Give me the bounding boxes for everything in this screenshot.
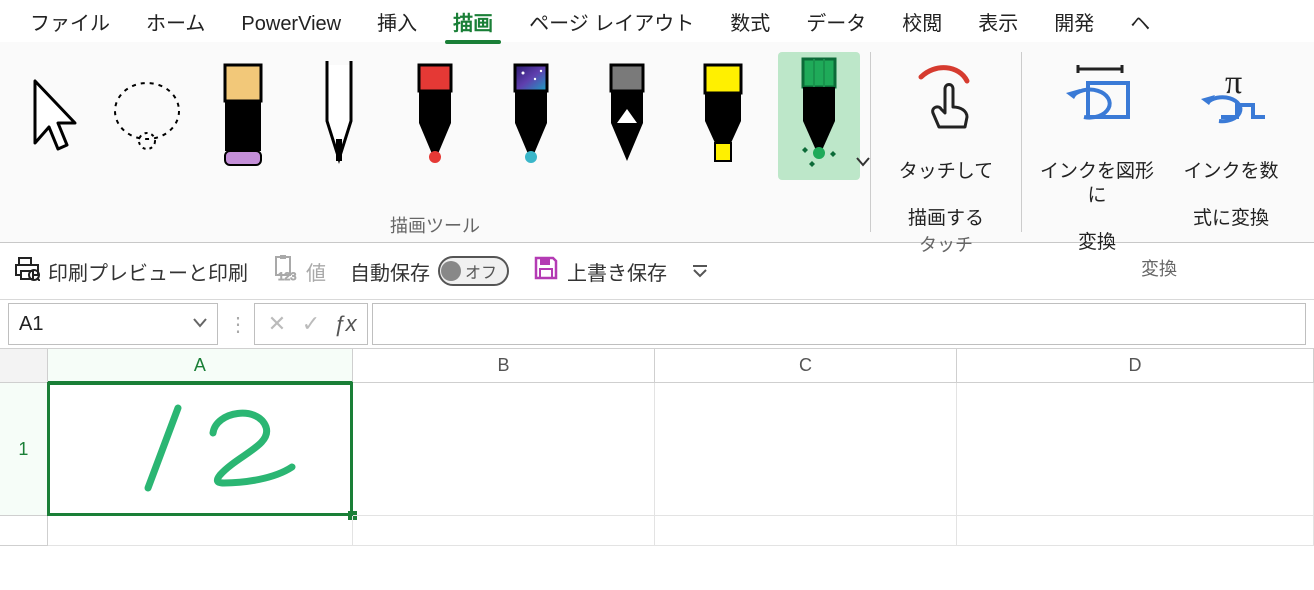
cell-C2[interactable] xyxy=(655,516,957,546)
tool-action-pen[interactable] xyxy=(298,52,380,180)
tab-powerview[interactable]: PowerView xyxy=(223,7,359,42)
row-2-partial xyxy=(0,516,1314,546)
tool-highlighter[interactable] xyxy=(682,52,764,180)
formula-bar-buttons: ✕ ✓ ƒx xyxy=(254,303,368,345)
ink-to-math-caption: インクを数 式に変換 xyxy=(1183,136,1278,231)
qat-customize[interactable] xyxy=(691,263,709,279)
tool-eraser[interactable] xyxy=(202,52,284,180)
row-1: 1 xyxy=(0,383,1314,516)
name-box-value: A1 xyxy=(19,313,43,336)
tab-data[interactable]: データ xyxy=(788,1,884,42)
column-header-C[interactable]: C xyxy=(655,349,957,383)
qat-print-label: 印刷プレビューと印刷 xyxy=(48,257,248,286)
svg-text:123: 123 xyxy=(278,271,296,281)
ink-to-math-button[interactable]: π インクを数 式に変換 xyxy=(1176,52,1286,231)
cancel-formula-button[interactable]: ✕ xyxy=(263,310,291,338)
cell-B2[interactable] xyxy=(353,516,655,546)
tab-page-layout[interactable]: ページ レイアウト xyxy=(511,1,712,42)
qat-save-label: 上書き保存 xyxy=(567,257,667,286)
qat-autosave-label: 自動保存 xyxy=(350,257,430,286)
tab-formulas[interactable]: 数式 xyxy=(712,1,788,42)
autosave-toggle-state: オフ xyxy=(465,259,497,283)
tool-pen-green-wrap xyxy=(778,52,860,180)
ribbon-group-convert: インクを図形に 変換 π インクを数 式に変換 xyxy=(1022,42,1296,242)
ink-to-shape-button[interactable]: インクを図形に 変換 xyxy=(1032,52,1162,255)
insert-function-button[interactable]: ƒx xyxy=(331,310,359,338)
paste-value-icon: 123 xyxy=(272,255,298,287)
column-header-D[interactable]: D xyxy=(957,349,1314,383)
touch-icon xyxy=(911,56,981,136)
tool-pen-green-dropdown[interactable] xyxy=(856,151,870,172)
ink-stroke xyxy=(48,383,353,516)
ink-to-shape-caption: インクを図形に 変換 xyxy=(1032,136,1162,255)
row-header-1[interactable]: 1 xyxy=(0,383,48,516)
qat-paste-value[interactable]: 123 値 xyxy=(272,255,326,287)
worksheet: A B C D 1 xyxy=(0,349,1314,546)
cell-D2[interactable] xyxy=(957,516,1314,546)
row-header-2[interactable] xyxy=(0,516,48,546)
qat-print-preview[interactable]: 印刷プレビューと印刷 xyxy=(14,255,248,287)
ribbon-group-drawing-tools: 描画ツール xyxy=(0,42,870,242)
name-box-dropdown-icon xyxy=(193,315,207,333)
qat-autosave: 自動保存 オフ xyxy=(350,256,509,286)
tool-select[interactable] xyxy=(10,52,92,180)
cell-C1[interactable] xyxy=(655,383,957,516)
ribbon-group-touch: タッチして 描画する タッチ xyxy=(871,42,1021,242)
column-headers: A B C D xyxy=(0,349,1314,383)
column-header-A[interactable]: A xyxy=(48,349,353,383)
tool-pen-galaxy[interactable] xyxy=(490,52,572,180)
tab-file[interactable]: ファイル xyxy=(12,1,128,42)
name-box[interactable]: A1 xyxy=(8,303,218,345)
tab-view[interactable]: 表示 xyxy=(960,1,1036,42)
select-all-corner[interactable] xyxy=(0,349,48,383)
tab-more[interactable]: ヘ xyxy=(1112,1,1168,42)
cell-A1[interactable] xyxy=(48,383,353,516)
svg-text:π: π xyxy=(1225,64,1242,101)
column-header-B[interactable]: B xyxy=(353,349,655,383)
ink-to-shape-icon xyxy=(1056,56,1138,136)
ribbon-group-label-convert: 変換 xyxy=(1141,255,1177,285)
touch-to-draw-caption: タッチして 描画する xyxy=(899,136,993,231)
ink-to-math-icon: π xyxy=(1191,56,1271,136)
tab-developer[interactable]: 開発 xyxy=(1036,1,1112,42)
qat-save[interactable]: 上書き保存 xyxy=(533,255,667,287)
autosave-toggle[interactable]: オフ xyxy=(438,256,509,286)
enter-formula-button[interactable]: ✓ xyxy=(297,310,325,338)
ribbon-group-label-touch: タッチ xyxy=(919,231,973,261)
tool-lasso[interactable] xyxy=(106,52,188,180)
ribbon-tabs: ファイル ホーム PowerView 挿入 描画 ページ レイアウト 数式 デー… xyxy=(0,0,1314,42)
tab-home[interactable]: ホーム xyxy=(128,1,223,42)
tab-draw[interactable]: 描画 xyxy=(435,1,511,42)
tool-pen-green[interactable] xyxy=(778,52,860,180)
cell-D1[interactable] xyxy=(957,383,1314,516)
cell-A2[interactable] xyxy=(48,516,353,546)
ribbon: 描画ツール タッチして 描画する タッチ xyxy=(0,42,1314,243)
tab-review[interactable]: 校閲 xyxy=(884,1,960,42)
tool-pen-red[interactable] xyxy=(394,52,476,180)
cell-B1[interactable] xyxy=(353,383,655,516)
autosave-toggle-knob xyxy=(441,261,461,281)
ribbon-group-label-drawing-tools: 描画ツール xyxy=(390,212,480,242)
qat-paste-value-label: 値 xyxy=(306,257,326,286)
print-icon xyxy=(14,255,40,287)
save-icon xyxy=(533,255,559,287)
formula-bar-handle-icon[interactable]: ⋮ xyxy=(222,312,254,337)
touch-to-draw-button[interactable]: タッチして 描画する xyxy=(881,52,1011,231)
formula-bar: A1 ⋮ ✕ ✓ ƒx xyxy=(0,300,1314,349)
formula-input[interactable] xyxy=(372,303,1306,345)
tool-pencil[interactable] xyxy=(586,52,668,180)
tab-insert[interactable]: 挿入 xyxy=(359,1,435,42)
